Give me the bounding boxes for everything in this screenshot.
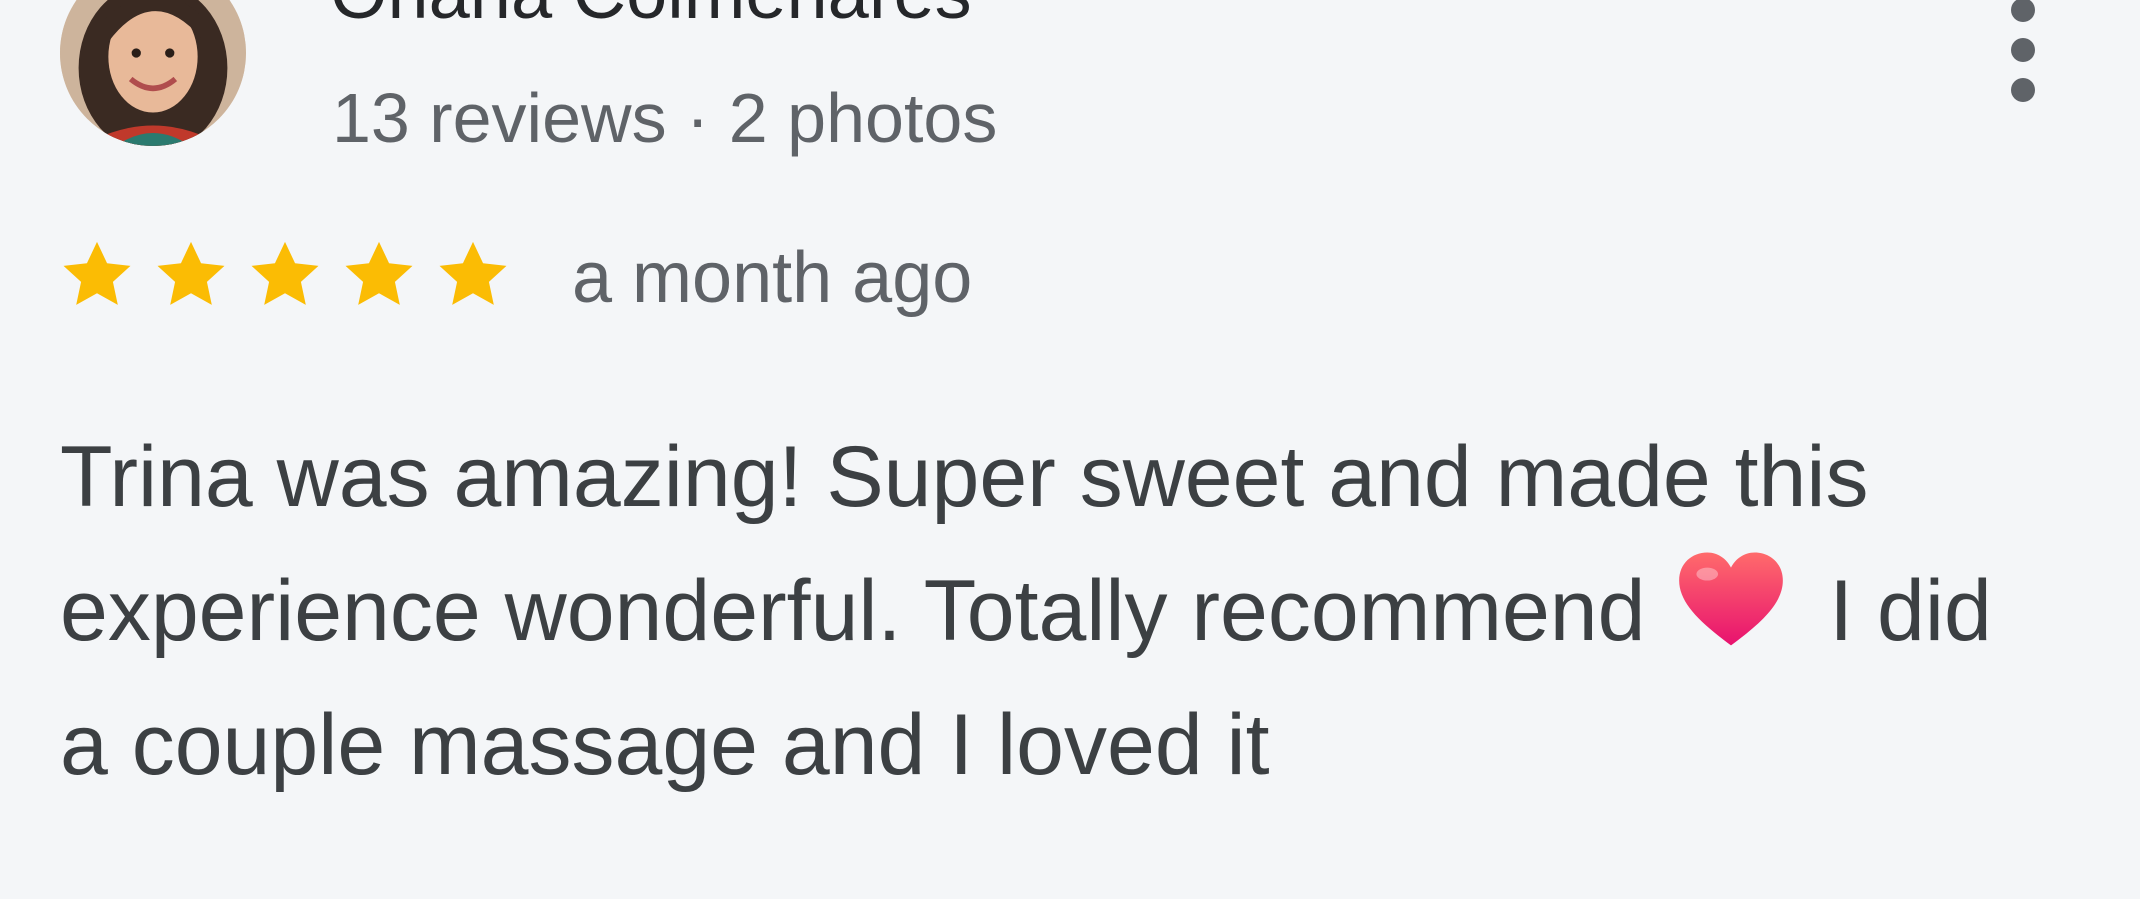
star-icon bbox=[251, 241, 319, 305]
reviewer-meta: 13 reviews · 2 photos bbox=[332, 79, 998, 157]
rating-row bbox=[58, 230, 512, 320]
reviewer-name[interactable]: Oriana Colmenares bbox=[330, 0, 972, 30]
star-icon bbox=[157, 241, 225, 305]
more-vert-icon bbox=[2011, 0, 2035, 102]
star-rating bbox=[58, 236, 512, 314]
review-card: Oriana Colmenares 13 reviews · 2 photos … bbox=[0, 0, 2140, 899]
review-text: Trina was amazing! Super sweet and made … bbox=[60, 410, 2060, 812]
review-date: a month ago bbox=[572, 238, 973, 318]
star-icon bbox=[345, 241, 413, 305]
more-options-button[interactable] bbox=[1988, 0, 2058, 116]
star-icon bbox=[439, 241, 507, 305]
avatar-photo bbox=[60, 0, 246, 146]
star-icon bbox=[63, 241, 131, 305]
reviewer-avatar[interactable] bbox=[60, 0, 246, 146]
heart-icon bbox=[1677, 550, 1785, 650]
review-text-part1: Trina was amazing! Super sweet and made … bbox=[60, 429, 1869, 659]
